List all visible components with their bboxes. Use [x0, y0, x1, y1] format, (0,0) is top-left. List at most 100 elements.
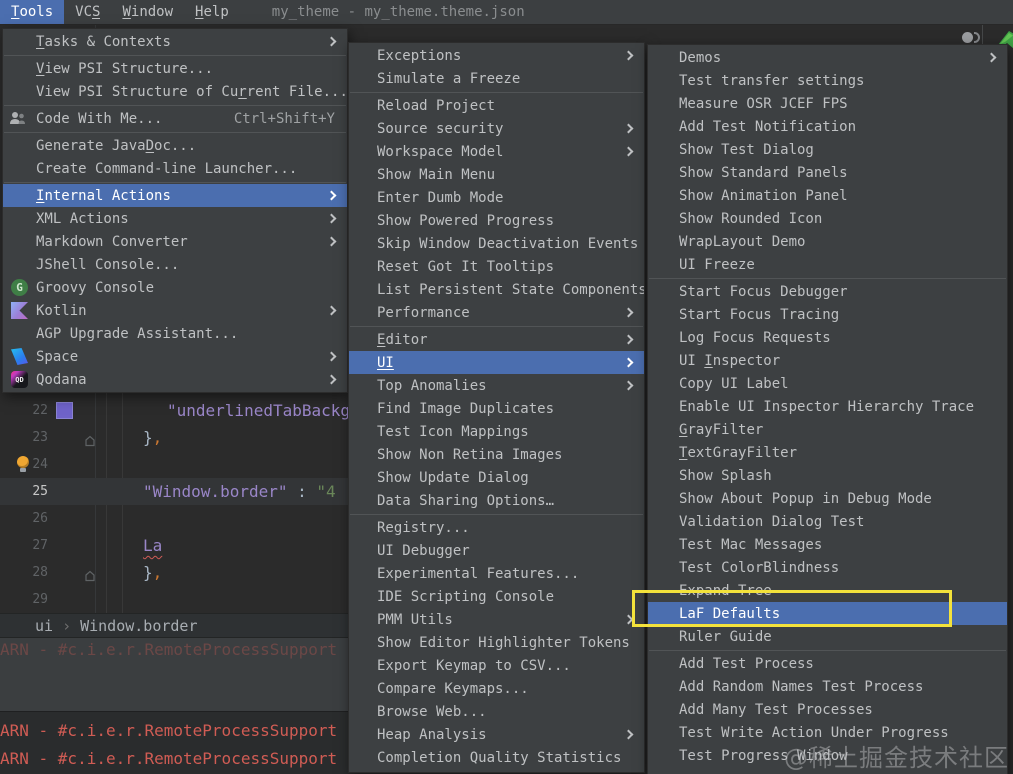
menu-item[interactable]: Export Keymap to CSV... [349, 654, 644, 677]
menu-item-label: Enable UI Inspector Hierarchy Trace [679, 398, 975, 415]
menu-item[interactable]: Help [184, 0, 240, 24]
menu-item[interactable]: Completion Quality Statistics [349, 746, 644, 769]
menu-item[interactable]: List Persistent State Components [349, 278, 644, 301]
menu-item[interactable]: Enter Dumb Mode [349, 186, 644, 209]
menu-item[interactable]: UI Inspector [648, 349, 1007, 372]
menu-item[interactable]: Show Powered Progress [349, 209, 644, 232]
menu-item[interactable]: Show Editor Highlighter Tokens [349, 631, 644, 654]
fold-marker-icon[interactable] [84, 567, 96, 586]
menu-item[interactable]: GrayFilter [648, 418, 1007, 441]
menu-item[interactable]: JShell Console... [3, 253, 347, 276]
menu-item-label: Show Main Menu [377, 166, 496, 183]
menu-item[interactable]: UI [349, 351, 644, 374]
menu-item[interactable]: Top Anomalies [349, 374, 644, 397]
menu-item[interactable]: WrapLayout Demo [648, 230, 1007, 253]
menu-item[interactable]: Skip Window Deactivation Events [349, 232, 644, 255]
menu-item[interactable]: Start Focus Debugger [648, 280, 1007, 303]
menu-item[interactable]: Groovy Console [3, 276, 347, 299]
editor-line[interactable]: 25 "Window.border" : "4 [0, 478, 348, 505]
menu-item[interactable]: Ruler Guide [648, 625, 1007, 648]
menu-item[interactable]: Enable UI Inspector Hierarchy Trace [648, 395, 1007, 418]
menu-item[interactable]: Simulate a Freeze [349, 67, 644, 90]
menu-item[interactable]: Log Focus Requests [648, 326, 1007, 349]
menu-item[interactable]: Add Many Test Processes [648, 698, 1007, 721]
menu-item[interactable]: Generate JavaDoc... [3, 134, 347, 157]
menu-item[interactable]: Create Command-line Launcher... [3, 157, 347, 180]
menu-item[interactable]: Test transfer settings [648, 69, 1007, 92]
menu-item[interactable]: TextGrayFilter [648, 441, 1007, 464]
menu-item[interactable]: Compare Keymaps... [349, 677, 644, 700]
menu-item[interactable]: Browse Web... [349, 700, 644, 723]
menu-item[interactable]: Add Test Notification [648, 115, 1007, 138]
menu-item-label: Top Anomalies [377, 377, 487, 394]
menu-item[interactable]: VCS [64, 0, 111, 24]
menu-item[interactable]: Show Non Retina Images [349, 443, 644, 466]
menu-item[interactable]: Internal Actions [3, 184, 347, 207]
menu-item[interactable]: Editor [349, 328, 644, 351]
menu-item[interactable]: Window [111, 0, 184, 24]
menu-item[interactable]: Kotlin [3, 299, 347, 322]
menu-item[interactable]: Show Update Dialog [349, 466, 644, 489]
menu-item[interactable]: Show Animation Panel [648, 184, 1007, 207]
menu-item[interactable]: Space [3, 345, 347, 368]
menu-item[interactable]: Copy UI Label [648, 372, 1007, 395]
menu-item-label: Test Icon Mappings [377, 423, 529, 440]
menu-item[interactable]: Heap Analysis [349, 723, 644, 746]
menu-item[interactable]: Workspace Model [349, 140, 644, 163]
editor-line[interactable]: 22 "underlinedTabBackg [0, 397, 348, 424]
editor-line[interactable]: 23}, [0, 424, 348, 451]
menu-item[interactable]: Start Focus Tracing [648, 303, 1007, 326]
menu-item[interactable]: Test ColorBlindness [648, 556, 1007, 579]
menu-item[interactable]: Validation Dialog Test [648, 510, 1007, 533]
menu-item[interactable]: Show Rounded Icon [648, 207, 1007, 230]
editor-line[interactable]: 29 [0, 586, 348, 613]
menu-item[interactable]: View PSI Structure of Current File... [3, 80, 347, 103]
menu-item[interactable]: Tools [0, 0, 65, 24]
notifications-balloon-icon[interactable] [958, 32, 980, 44]
menu-item[interactable]: Exceptions [349, 44, 644, 67]
menu-item[interactable]: Performance [349, 301, 644, 324]
menu-item[interactable]: PMM Utils [349, 608, 644, 631]
menu-item-label: Test ColorBlindness [679, 559, 840, 576]
menu-item[interactable]: Tasks & Contexts [3, 30, 347, 53]
menu-item[interactable]: Add Test Process [648, 652, 1007, 675]
menu-item[interactable]: Add Random Names Test Process [648, 675, 1007, 698]
submenu-arrow-icon [623, 334, 634, 345]
menu-item[interactable]: Source security [349, 117, 644, 140]
menu-item[interactable]: Reload Project [349, 94, 644, 117]
breadcrumb-segment[interactable]: Window.border [80, 617, 197, 635]
menu-item[interactable]: Test Mac Messages [648, 533, 1007, 556]
menu-item[interactable]: Qodana [3, 368, 347, 391]
intention-bulb-icon[interactable] [15, 456, 31, 473]
editor-line[interactable]: 27 La [0, 532, 348, 559]
menu-item[interactable]: Show Main Menu [349, 163, 644, 186]
menu-item[interactable]: Test Icon Mappings [349, 420, 644, 443]
editor-line[interactable]: 26 [0, 505, 348, 532]
menu-item[interactable]: View PSI Structure... [3, 57, 347, 80]
menu-item[interactable]: Data Sharing Options… [349, 489, 644, 512]
menu-item-label: Window [122, 4, 174, 20]
fold-marker-icon[interactable] [84, 432, 96, 451]
menu-item[interactable]: IDE Scripting Console [349, 585, 644, 608]
menu-shortcut: Ctrl+Shift+Y [233, 110, 335, 127]
menu-item[interactable]: Show Standard Panels [648, 161, 1007, 184]
menu-item[interactable]: Reset Got It Tooltips [349, 255, 644, 278]
menu-item[interactable]: Experimental Features... [349, 562, 644, 585]
breadcrumb-segment[interactable]: ui [35, 617, 53, 635]
menu-item[interactable]: Show Test Dialog [648, 138, 1007, 161]
color-swatch[interactable] [56, 402, 73, 419]
menu-item[interactable]: Demos [648, 46, 1007, 69]
menu-item[interactable]: Find Image Duplicates [349, 397, 644, 420]
menu-item[interactable]: Show Splash [648, 464, 1007, 487]
editor-line[interactable]: 28}, [0, 559, 348, 586]
menu-item[interactable]: Markdown Converter [3, 230, 347, 253]
menu-item[interactable]: UI Freeze [648, 253, 1007, 276]
menu-item[interactable]: XML Actions [3, 207, 347, 230]
menu-item[interactable]: AGP Upgrade Assistant... [3, 322, 347, 345]
menu-item[interactable]: UI Debugger [349, 539, 644, 562]
menu-item[interactable]: Code With Me... Ctrl+Shift+Y [3, 107, 347, 130]
menu-item[interactable]: Show About Popup in Debug Mode [648, 487, 1007, 510]
menu-item[interactable]: Measure OSR JCEF FPS [648, 92, 1007, 115]
editor-line[interactable]: 24 [0, 451, 348, 478]
menu-item[interactable]: Registry... [349, 516, 644, 539]
